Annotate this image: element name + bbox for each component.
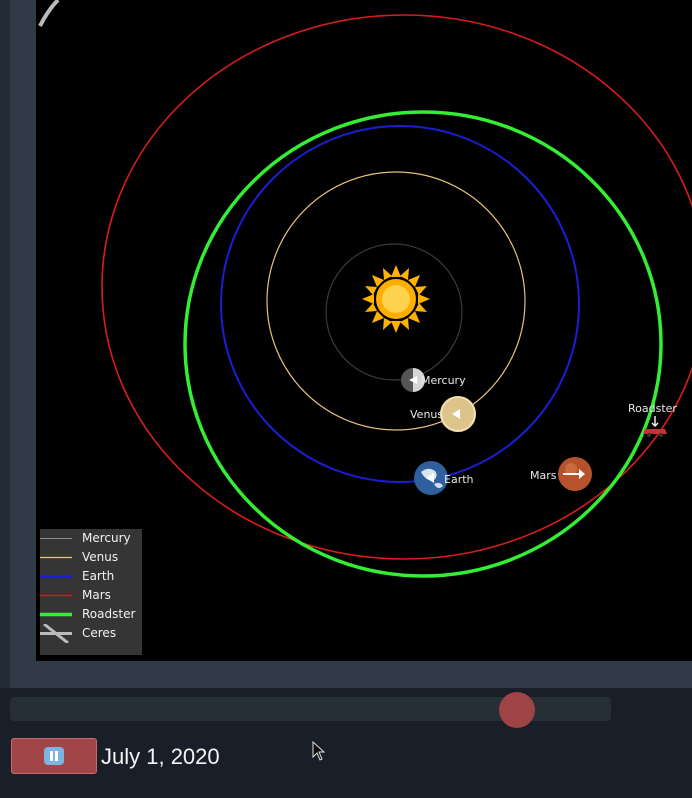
earth-legend-swatch (40, 575, 72, 578)
legend-label-earth: Earth (82, 569, 115, 583)
legend: Mercury Venus Earth Mars Roadster Ceres (40, 529, 142, 655)
panel-rail (0, 0, 10, 688)
legend-item-venus[interactable]: Venus (40, 548, 142, 567)
earth-label: Earth (444, 473, 474, 486)
play-pause-button[interactable] (11, 738, 97, 774)
plot-panel: Mercury Venus Earth Mars Roadster Mercur… (0, 0, 692, 688)
sun-icon (362, 265, 430, 333)
legend-label-mercury: Mercury (82, 531, 131, 545)
legend-label-venus: Venus (82, 550, 119, 564)
mars-legend-swatch (40, 594, 72, 597)
mouse-cursor-icon (312, 741, 326, 761)
current-date: July 1, 2020 (101, 744, 220, 769)
legend-label-roadster: Roadster (82, 607, 136, 621)
mars-label: Mars (530, 469, 557, 482)
roadster-orbit (183, 110, 663, 578)
venus-legend-swatch (40, 556, 72, 559)
ceres-legend-swatch (40, 624, 72, 643)
earth-planet-icon (414, 461, 448, 495)
legend-label-ceres: Ceres (82, 626, 117, 640)
legend-item-roadster[interactable]: Roadster (40, 605, 142, 624)
ceres-orbit (38, 0, 60, 27)
legend-label-mars: Mars (82, 588, 111, 602)
roadster-label: Roadster (628, 402, 677, 415)
mercury-legend-swatch (40, 538, 72, 539)
pause-icon (44, 747, 64, 765)
roadster-legend-swatch (40, 612, 72, 617)
venus-label: Venus (410, 408, 443, 421)
mars-planet-icon (558, 457, 592, 491)
time-slider-thumb[interactable] (499, 692, 535, 728)
legend-item-ceres[interactable]: Ceres (40, 624, 142, 643)
legend-item-mercury[interactable]: Mercury (40, 529, 142, 548)
venus-planet-icon (440, 396, 476, 432)
solar-system-plot[interactable]: Mercury Venus Earth Mars Roadster Mercur… (36, 0, 692, 661)
legend-item-mars[interactable]: Mars (40, 586, 142, 605)
mercury-label: Mercury (421, 374, 466, 387)
legend-item-earth[interactable]: Earth (40, 567, 142, 586)
